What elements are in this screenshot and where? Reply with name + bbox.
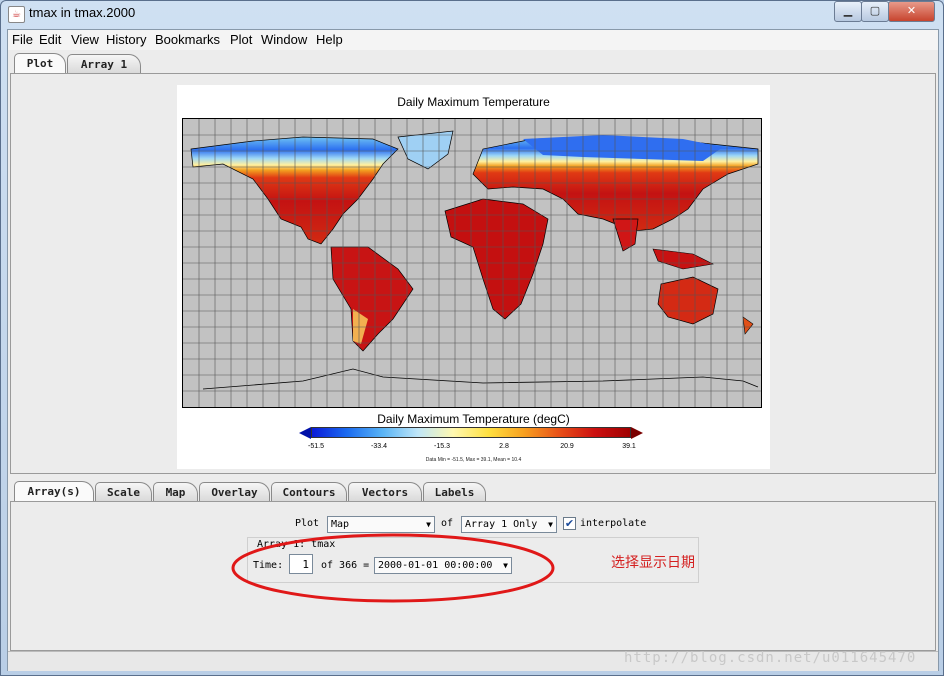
menu-help[interactable]: Help	[316, 32, 343, 47]
colorbar-tick: -51.5	[308, 443, 324, 450]
tab-arrays[interactable]: Array(s)	[14, 481, 94, 501]
colorbar-tick: -33.4	[371, 443, 387, 450]
colorbar-low-arrow-icon	[299, 427, 311, 439]
array-choice-value: Array 1 Only	[465, 519, 538, 530]
colorbar-high-arrow-icon	[631, 427, 643, 439]
interpolate-label: interpolate	[580, 518, 647, 529]
minimize-button[interactable]: ▁	[834, 1, 862, 22]
world-temperature-map[interactable]	[182, 118, 762, 408]
close-button[interactable]: ✕	[888, 1, 935, 22]
colorbar-tick: 2.8	[499, 443, 509, 450]
menu-history[interactable]: History	[106, 32, 146, 47]
colorbar-title: Daily Maximum Temperature (degC)	[377, 412, 570, 426]
menu-bar: File Edit View History Bookmarks Plot Wi…	[8, 30, 938, 50]
client-area: File Edit View History Bookmarks Plot Wi…	[7, 29, 939, 671]
menu-edit[interactable]: Edit	[39, 32, 61, 47]
plot-canvas: Daily Maximum Temperature Daily Maximum …	[177, 85, 770, 469]
colorbar-tick: 39.1	[622, 443, 636, 450]
colorbar-tick: 20.9	[560, 443, 574, 450]
tab-plot[interactable]: Plot	[14, 53, 66, 73]
tab-array-1[interactable]: Array 1	[67, 54, 141, 74]
tab-contours[interactable]: Contours	[271, 482, 347, 502]
interpolate-checkbox[interactable]: ✔	[563, 517, 576, 530]
menu-file[interactable]: File	[12, 32, 33, 47]
red-ellipse-annotation	[231, 533, 555, 603]
colorbar-tick: -15.3	[434, 443, 450, 450]
map-image	[183, 119, 761, 407]
plot-type-value: Map	[331, 519, 350, 530]
plot-title: Daily Maximum Temperature	[397, 95, 550, 109]
of-label: of	[441, 518, 454, 529]
menu-view[interactable]: View	[71, 32, 99, 47]
tab-vectors[interactable]: Vectors	[348, 482, 422, 502]
java-cup-icon: ☕	[8, 6, 25, 23]
menu-bookmarks[interactable]: Bookmarks	[155, 32, 220, 47]
title-bar: ☕ tmax in tmax.2000 ▁ ▢ ✕	[0, 0, 944, 28]
colorbar	[311, 427, 631, 438]
plot-type-label: Plot	[295, 518, 320, 529]
menu-plot[interactable]: Plot	[230, 32, 252, 47]
annotation-text: 选择显示日期	[611, 555, 695, 571]
tab-scale[interactable]: Scale	[95, 482, 152, 502]
window-title: tmax in tmax.2000	[29, 5, 136, 20]
watermark: http://blog.csdn.net/u011645470	[624, 650, 917, 666]
tab-map[interactable]: Map	[153, 482, 198, 502]
plot-panel: Daily Maximum Temperature Daily Maximum …	[10, 73, 936, 474]
tab-overlay[interactable]: Overlay	[199, 482, 270, 502]
menu-window[interactable]: Window	[261, 32, 307, 47]
tab-labels[interactable]: Labels	[423, 482, 486, 502]
data-statistics: Data Min = -51.5, Max = 39.1, Mean = 10.…	[425, 457, 522, 463]
arrays-panel: Plot Map ▼ of Array 1 Only ▼ ✔ interpolate…	[10, 501, 936, 651]
maximize-button[interactable]: ▢	[861, 1, 889, 22]
